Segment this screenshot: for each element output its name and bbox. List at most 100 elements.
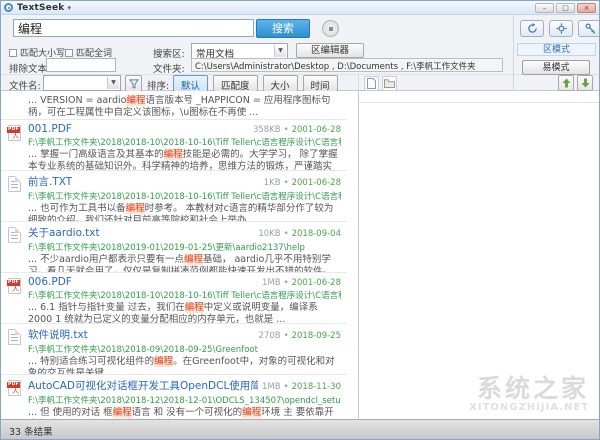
meta-separator: • <box>284 382 289 392</box>
result-item[interactable]: 前言.TXT 1KB•2001-06-28 F:\李帆工作文件夹\2018\2018… <box>1 171 347 222</box>
sort-label: 排序: <box>147 78 169 92</box>
result-meta: 1KB•2001-06-28 <box>260 178 341 188</box>
result-item[interactable]: 软件说明.txt270B•2018-09-25F:\李帆工作文件夹\2018\2… <box>1 324 347 375</box>
result-meta: 358KB•2001-06-28 <box>249 125 341 135</box>
result-snippet: ... 但 使用的对话 框编程语言 和 没有一个可视化的编程环境 主 要依靠开发… <box>28 407 341 419</box>
maximize-button[interactable]: □ <box>556 3 575 13</box>
result-path: F:\李帆工作文件夹\2018\2018-10\2018-10-16\Tiff … <box>28 136 341 148</box>
window-controls: – □ × <box>535 3 596 13</box>
filter-button[interactable] <box>125 75 142 92</box>
result-meta: 270B•2018-09-25 <box>255 331 341 341</box>
meta-separator: • <box>284 331 289 341</box>
window-title: TextSeek <box>17 3 64 13</box>
whole-word-box[interactable] <box>65 49 73 57</box>
app-logo-icon <box>4 3 13 12</box>
highlighted-term: 编程 <box>113 407 132 418</box>
result-size: 1MB <box>262 382 281 392</box>
result-snippet: ... 也可作为工具书以备编程时参考。 本教材对c语言的精华部分作了较为细致的介… <box>28 203 341 222</box>
result-title[interactable]: 前言.TXT <box>28 174 72 189</box>
result-item[interactable]: AutoCAD可视化对话框开发工具OpenDCL使用简介_兰度.pdf1MB•2… <box>1 375 347 419</box>
highlighted-term: 编程 <box>184 254 203 265</box>
txt-file-icon <box>8 176 21 192</box>
folder-label: 文件夹: <box>153 61 185 75</box>
highlighted-term: 编程 <box>185 302 204 313</box>
sort-button-时间[interactable]: 时间 <box>303 75 338 92</box>
result-title[interactable]: 006.PDF <box>28 276 72 288</box>
pdf-file-icon <box>8 380 21 396</box>
pdf-file-icon <box>8 125 21 141</box>
chevron-down-icon[interactable]: ▼ <box>107 77 119 89</box>
toolbar-splitter-line <box>358 75 359 90</box>
sort-buttons: 默认匹配度大小时间 <box>173 75 338 92</box>
result-date: 2018-09-04 <box>292 229 341 239</box>
meta-separator: • <box>284 125 289 135</box>
filename-label: 文件名: <box>9 78 41 92</box>
toolbar: 搜索 <box>1 15 599 91</box>
textseek-window: TextSeek ▾ – □ × 搜索 <box>0 0 600 440</box>
close-button[interactable]: × <box>577 3 596 13</box>
result-title[interactable]: AutoCAD可视化对话框开发工具OpenDCL使用简介_兰度.pdf <box>28 378 258 393</box>
zone-select[interactable]: 常用文档 ▼ <box>191 43 288 59</box>
pdf-file-icon <box>8 278 21 294</box>
result-snippet: ... VERSION = aardio编程语言版本号 _HAPPICON = … <box>28 95 341 119</box>
txt-file-icon <box>8 227 21 243</box>
zone-editor-button[interactable]: 区编辑器 <box>296 43 364 58</box>
open-folder-button[interactable] <box>382 76 397 91</box>
results-count: 33 条结果 <box>9 427 53 438</box>
chevron-down-icon[interactable]: ▼ <box>274 45 286 57</box>
minimize-button[interactable]: – <box>535 3 554 13</box>
sort-button-大小[interactable]: 大小 <box>263 75 298 92</box>
result-size: 358KB <box>253 125 281 135</box>
txt-file-icon <box>8 329 21 345</box>
document-icon <box>367 78 376 89</box>
sort-button-匹配度[interactable]: 匹配度 <box>213 75 258 92</box>
result-title[interactable]: 软件说明.txt <box>28 327 88 342</box>
result-item[interactable]: 关于aardio.txt 10KB•2018-09-04 F:\李帆工作文件夹\20… <box>1 222 347 273</box>
folder-path-field[interactable]: C:\Users\Administrator\Desktop , D:\Docu… <box>191 58 503 72</box>
result-date: 2018-09-25 <box>292 331 341 341</box>
preview-header <box>359 91 599 103</box>
search-button[interactable]: 搜索 <box>256 19 310 38</box>
result-path: F:\李帆工作文件夹\2018\2018-12\2018-12-01\ODCLS… <box>28 394 341 406</box>
result-path: F:\李帆工作文件夹\2018\2019-01\2019-01-25\更新\aa… <box>28 241 341 253</box>
result-date: 2018-11-30 <box>292 382 341 392</box>
title-menu-caret-icon[interactable]: ▾ <box>67 4 71 12</box>
highlighted-term: 编程 <box>126 95 145 106</box>
result-snippet: ... 6.1 指针与指针变量 过去，我们在编程中定义或说明变量，编译系 200… <box>28 302 341 324</box>
result-item[interactable]: 001.PDF 358KB•2001-06-28F:\李帆工作文件夹\2018\2… <box>1 120 347 171</box>
result-path: F:\李帆工作文件夹\2018\2018-10\2018-10-16\Tiff … <box>28 289 341 301</box>
result-date: 2001-06-28 <box>292 178 341 188</box>
result-meta: 1MB•2018-11-30 <box>258 382 341 392</box>
meta-separator: • <box>284 278 289 288</box>
result-size: 1KB <box>264 178 281 188</box>
easy-mode-button[interactable]: 易模式 <box>522 60 590 75</box>
highlighted-term: 编程 <box>154 356 173 367</box>
funnel-icon <box>129 79 139 89</box>
filename-select[interactable]: ▼ <box>43 75 121 91</box>
meta-separator: • <box>284 178 289 188</box>
result-size: 270B <box>259 331 281 341</box>
open-file-button[interactable] <box>364 76 379 91</box>
result-meta: 1MB•2001-06-28 <box>258 278 341 288</box>
stop-button[interactable] <box>322 20 339 37</box>
exclude-input[interactable] <box>46 58 116 72</box>
sort-button-默认[interactable]: 默认 <box>173 75 208 92</box>
results-list[interactable]: ... VERSION = aardio编程语言版本号 _HAPPICON = … <box>1 91 358 419</box>
result-date: 2001-06-28 <box>292 125 341 135</box>
result-title[interactable]: 001.PDF <box>28 123 72 135</box>
result-snippet: ... 特别适合练习可视化组件的编程。在Greenfoot中，对象的可视化和对象… <box>28 356 341 375</box>
result-item[interactable]: 006.PDF 1MB•2001-06-28F:\李帆工作文件夹\2018\201… <box>1 273 347 324</box>
result-meta: 10KB•2018-09-04 <box>254 229 341 239</box>
result-date: 2001-06-28 <box>292 278 341 288</box>
zone-label: 搜索区: <box>153 46 185 60</box>
statusbar: 33 条结果 <box>1 419 599 439</box>
titlebar: TextSeek ▾ – □ × <box>1 1 599 15</box>
result-title[interactable]: 关于aardio.txt <box>28 225 100 240</box>
highlighted-term: 编程 <box>126 203 145 214</box>
search-input[interactable] <box>13 19 254 37</box>
result-path: F:\李帆工作文件夹\2018\2018-10\2018-10-16\Tiff … <box>28 190 341 202</box>
result-item[interactable]: ... VERSION = aardio编程语言版本号 _HAPPICON = … <box>1 91 347 120</box>
zone-mode-button[interactable]: 区模式 <box>517 43 596 56</box>
mode-panel: 区模式 易模式 <box>513 15 599 91</box>
match-case-box[interactable] <box>9 49 17 57</box>
